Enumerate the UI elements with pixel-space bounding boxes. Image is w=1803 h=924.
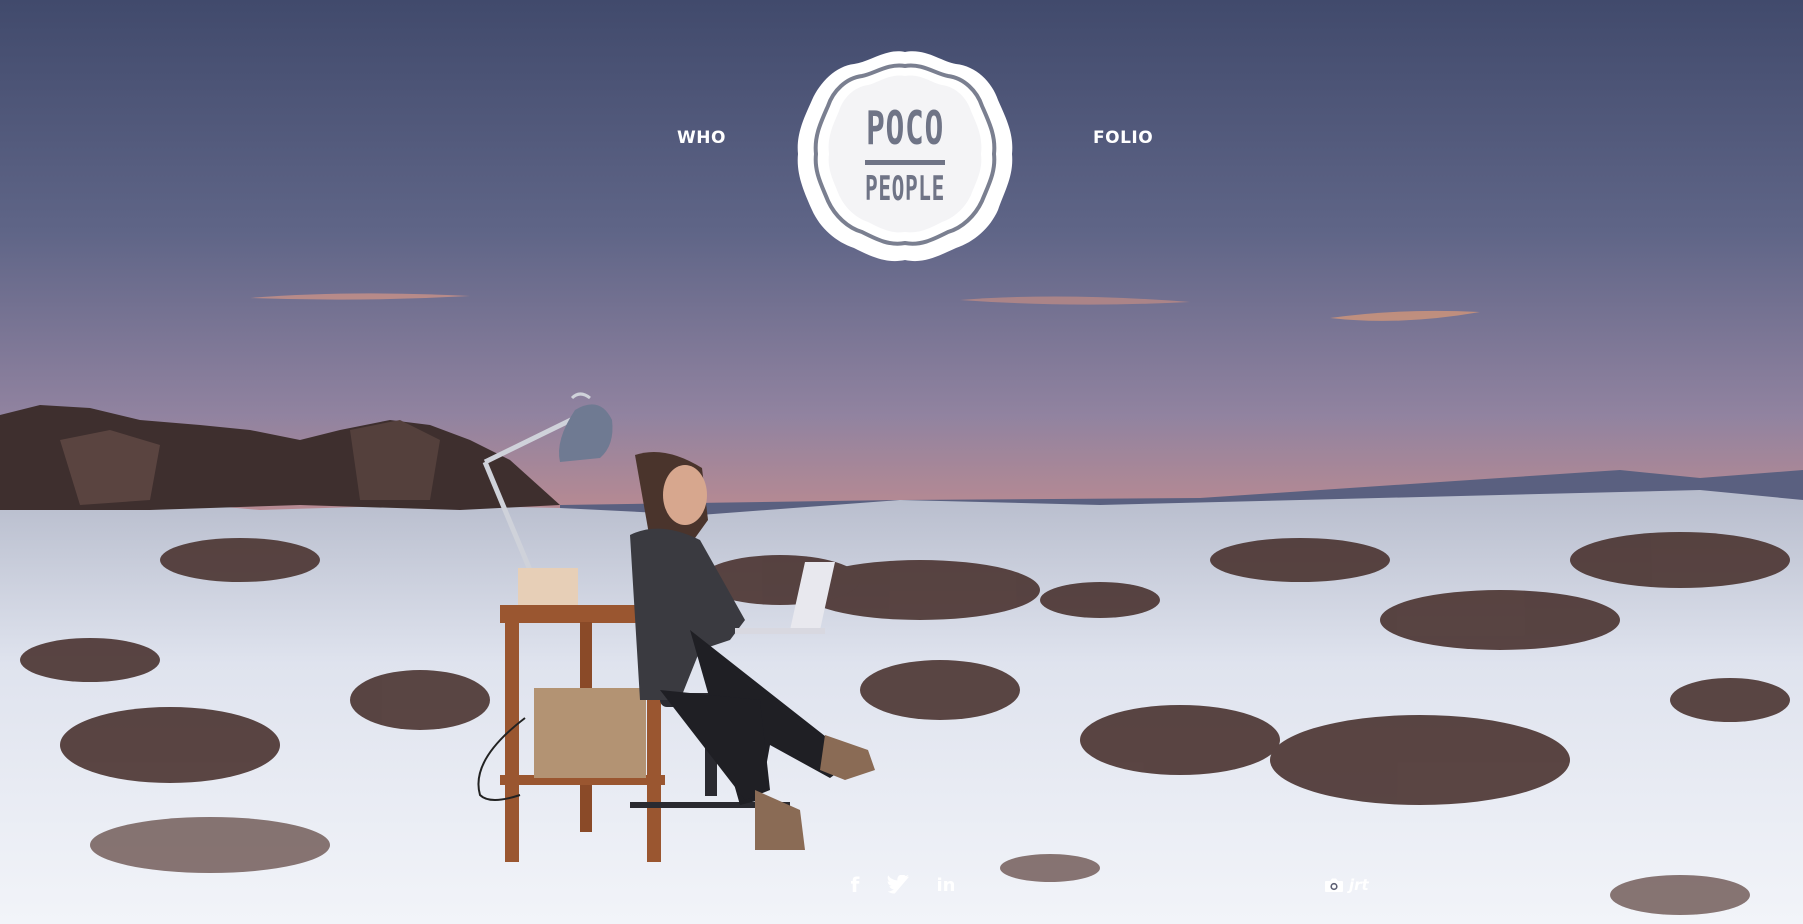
logo-line-people: PEOPLE bbox=[865, 169, 945, 209]
facebook-icon[interactable]: f bbox=[843, 873, 867, 897]
camera-icon bbox=[1325, 878, 1343, 892]
photo-credit[interactable]: jrt bbox=[1324, 876, 1369, 894]
logo-badge-shape bbox=[797, 51, 1013, 262]
linkedin-icon[interactable]: in bbox=[934, 873, 958, 897]
twitter-icon[interactable] bbox=[887, 873, 911, 897]
hero-section: WHO FOLIO POCO PEOPLE f in jrt bbox=[0, 0, 1803, 924]
twitter-bird-glyph bbox=[887, 875, 910, 894]
nav-folio-link[interactable]: FOLIO bbox=[1093, 128, 1153, 148]
logo-line-poco: POCO bbox=[865, 101, 945, 155]
nav-who-link[interactable]: WHO bbox=[677, 128, 726, 148]
logo-divider bbox=[865, 160, 945, 165]
photo-credit-text: jrt bbox=[1349, 876, 1369, 894]
poco-people-logo[interactable]: POCO PEOPLE bbox=[794, 46, 1016, 266]
